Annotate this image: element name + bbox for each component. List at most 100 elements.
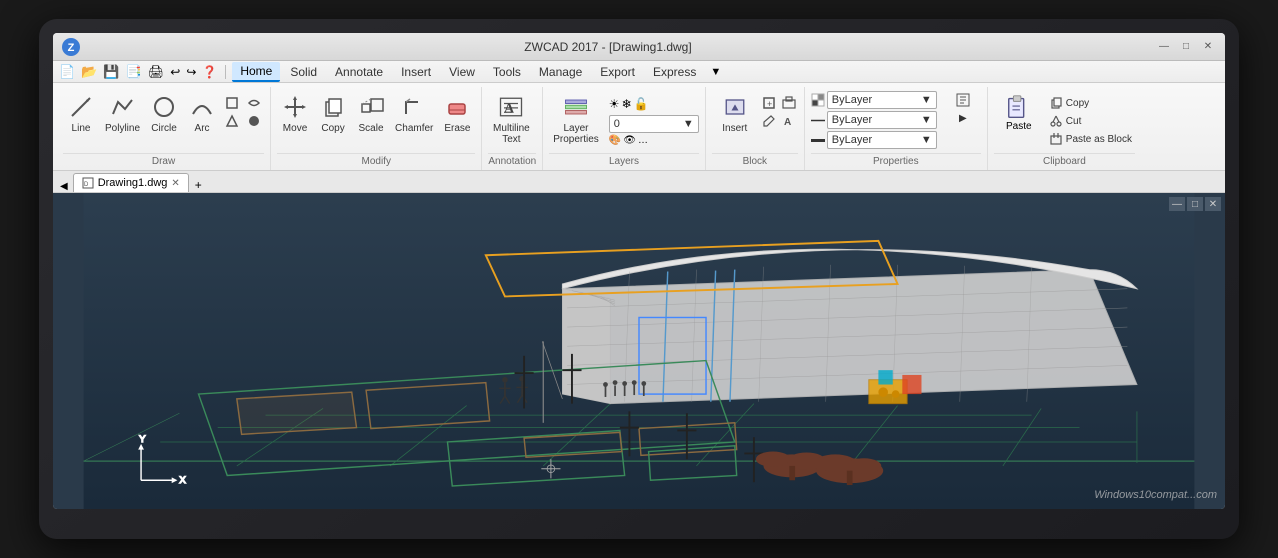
ribbon-toggle[interactable]: ▼ <box>710 66 721 78</box>
menu-view[interactable]: View <box>441 62 483 82</box>
close-button[interactable]: ✕ <box>1199 40 1217 54</box>
drawing1-tab[interactable]: D Drawing1.dwg ✕ <box>73 173 189 192</box>
draw-extra-4[interactable] <box>244 113 264 129</box>
layer-lock-icon[interactable]: 🔓 <box>634 97 649 111</box>
copy-clip-label: Copy <box>1066 98 1089 109</box>
arc-button[interactable]: Arc <box>184 91 220 136</box>
layer-properties-icon <box>562 93 590 121</box>
lineweight-preview-icon <box>811 138 825 143</box>
screen: Z ZWCAD 2017 - [Drawing1.dwg] — □ ✕ 📄 📂 … <box>53 33 1225 509</box>
layer-sun-icon[interactable]: ☀ <box>609 97 620 111</box>
monitor-frame: Z ZWCAD 2017 - [Drawing1.dwg] — □ ✕ 📄 📂 … <box>39 19 1239 539</box>
circle-button[interactable]: Circle <box>146 91 182 136</box>
menu-bar: 📄 📂 💾 📑 🖨 ↩ ↪ ❓ Home Solid Annotate Inse… <box>53 61 1225 83</box>
paste-special-button[interactable]: Paste as Block <box>1046 131 1135 147</box>
layer-properties-button[interactable]: LayerProperties <box>549 91 603 147</box>
layer-dropdown-arrow: ▼ <box>683 118 694 130</box>
cut-button[interactable]: Cut <box>1046 113 1135 129</box>
draw-group-label: Draw <box>63 153 264 170</box>
block-edit[interactable] <box>760 113 778 129</box>
linetype-preview-icon <box>811 119 825 122</box>
arc-label: Arc <box>195 123 210 134</box>
3d-scene: Y X <box>53 193 1225 509</box>
menu-manage[interactable]: Manage <box>531 62 590 82</box>
copy-clip-button[interactable]: Copy <box>1046 95 1135 111</box>
qa-open-icon[interactable]: 📂 <box>79 64 99 80</box>
erase-button[interactable]: Erase <box>439 91 475 136</box>
move-button[interactable]: Move <box>277 91 313 136</box>
qa-redo-icon[interactable]: ↪ <box>184 65 198 79</box>
menu-insert[interactable]: Insert <box>393 62 439 82</box>
menu-export[interactable]: Export <box>592 62 643 82</box>
paste-button[interactable]: Paste <box>994 91 1044 134</box>
layer-more[interactable]: … <box>638 135 648 146</box>
layer-name-value: 0 <box>614 118 620 130</box>
layer-visible-icon[interactable]: 👁 <box>623 135 636 146</box>
layer-freeze-icon[interactable]: ❄ <box>622 97 632 111</box>
view-toggle-close[interactable]: ✕ <box>1205 197 1221 211</box>
ribbon-group-modify: Move Copy <box>271 87 482 170</box>
ribbon-group-annotation: A MultilineText Annotation <box>482 87 543 170</box>
layer-icon-row: ☀ ❄ 🔓 <box>609 95 699 113</box>
ribbon: Line Polyline <box>53 83 1225 171</box>
color-dropdown[interactable]: ByLayer ▼ <box>827 91 937 109</box>
qa-save-icon[interactable]: 💾 <box>101 64 121 80</box>
menu-tools[interactable]: Tools <box>485 62 529 82</box>
cut-label: Cut <box>1066 116 1082 127</box>
layer-color-icon[interactable]: 🎨 <box>609 135 621 146</box>
properties-group-label: Properties <box>811 153 981 170</box>
minimize-button[interactable]: — <box>1155 40 1173 54</box>
color-arrow: ▼ <box>921 94 932 106</box>
insert-button[interactable]: Insert <box>712 91 758 145</box>
lineweight-arrow: ▼ <box>921 134 932 146</box>
qa-print-icon[interactable]: 🖨 <box>146 64 167 80</box>
block-attributes[interactable]: A <box>780 113 798 129</box>
copy-icon <box>319 93 347 121</box>
chamfer-button[interactable]: Chamfer <box>391 91 437 136</box>
draw-extra-3[interactable] <box>222 113 242 129</box>
qa-undo-icon[interactable]: ↩ <box>168 65 182 79</box>
line-button[interactable]: Line <box>63 91 99 136</box>
drawing-area[interactable]: — □ ✕ <box>53 193 1225 509</box>
polyline-button[interactable]: Polyline <box>101 91 144 136</box>
svg-text:A: A <box>504 101 515 116</box>
block-group-label: Block <box>712 153 798 170</box>
qa-help-icon[interactable]: ❓ <box>200 65 219 79</box>
block-create[interactable]: + <box>760 95 778 111</box>
menu-home[interactable]: Home <box>232 62 280 82</box>
draw-extra-2[interactable] <box>244 95 264 111</box>
menu-express[interactable]: Express <box>645 62 704 82</box>
modify-group-label: Modify <box>277 153 475 170</box>
maximize-button[interactable]: □ <box>1177 40 1195 54</box>
qa-new-icon[interactable]: 📄 <box>57 64 77 80</box>
qa-saveas-icon[interactable]: 📑 <box>124 64 144 80</box>
chamfer-label: Chamfer <box>395 123 433 134</box>
view-toggle-minus[interactable]: — <box>1169 197 1185 211</box>
properties-expand-btn[interactable]: ▶ <box>945 111 981 126</box>
circle-label: Circle <box>151 123 177 134</box>
tab-close-button[interactable]: ✕ <box>171 178 179 189</box>
layer-name-dropdown[interactable]: 0 ▼ <box>609 115 699 133</box>
menu-annotate[interactable]: Annotate <box>327 62 391 82</box>
layer-icons: ☀ ❄ 🔓 <box>609 97 649 111</box>
draw-extra-1[interactable] <box>222 95 242 111</box>
linetype-dropdown[interactable]: ByLayer ▼ <box>827 111 937 129</box>
title-text: ZWCAD 2017 - [Drawing1.dwg] <box>61 40 1155 54</box>
scale-button[interactable]: Scale <box>353 91 389 136</box>
properties-panel-btn[interactable] <box>945 91 981 109</box>
tab-scroll-left[interactable]: ◀ <box>57 181 71 192</box>
copy-label: Copy <box>321 123 344 134</box>
lineweight-dropdown[interactable]: ByLayer ▼ <box>827 131 937 149</box>
svg-text:+: + <box>767 99 772 109</box>
color-swatch-icon <box>811 93 825 107</box>
multiline-text-button[interactable]: A MultilineText <box>488 91 534 147</box>
block-define[interactable] <box>780 95 798 111</box>
svg-text:A: A <box>784 117 791 128</box>
expand-icon: ▶ <box>959 113 967 124</box>
view-toggle-box[interactable]: □ <box>1187 197 1203 211</box>
clipboard-group-label: Clipboard <box>994 153 1135 170</box>
new-tab-button[interactable]: + <box>191 178 206 192</box>
copy-button[interactable]: Copy <box>315 91 351 136</box>
circle-icon <box>150 93 178 121</box>
menu-solid[interactable]: Solid <box>282 62 325 82</box>
